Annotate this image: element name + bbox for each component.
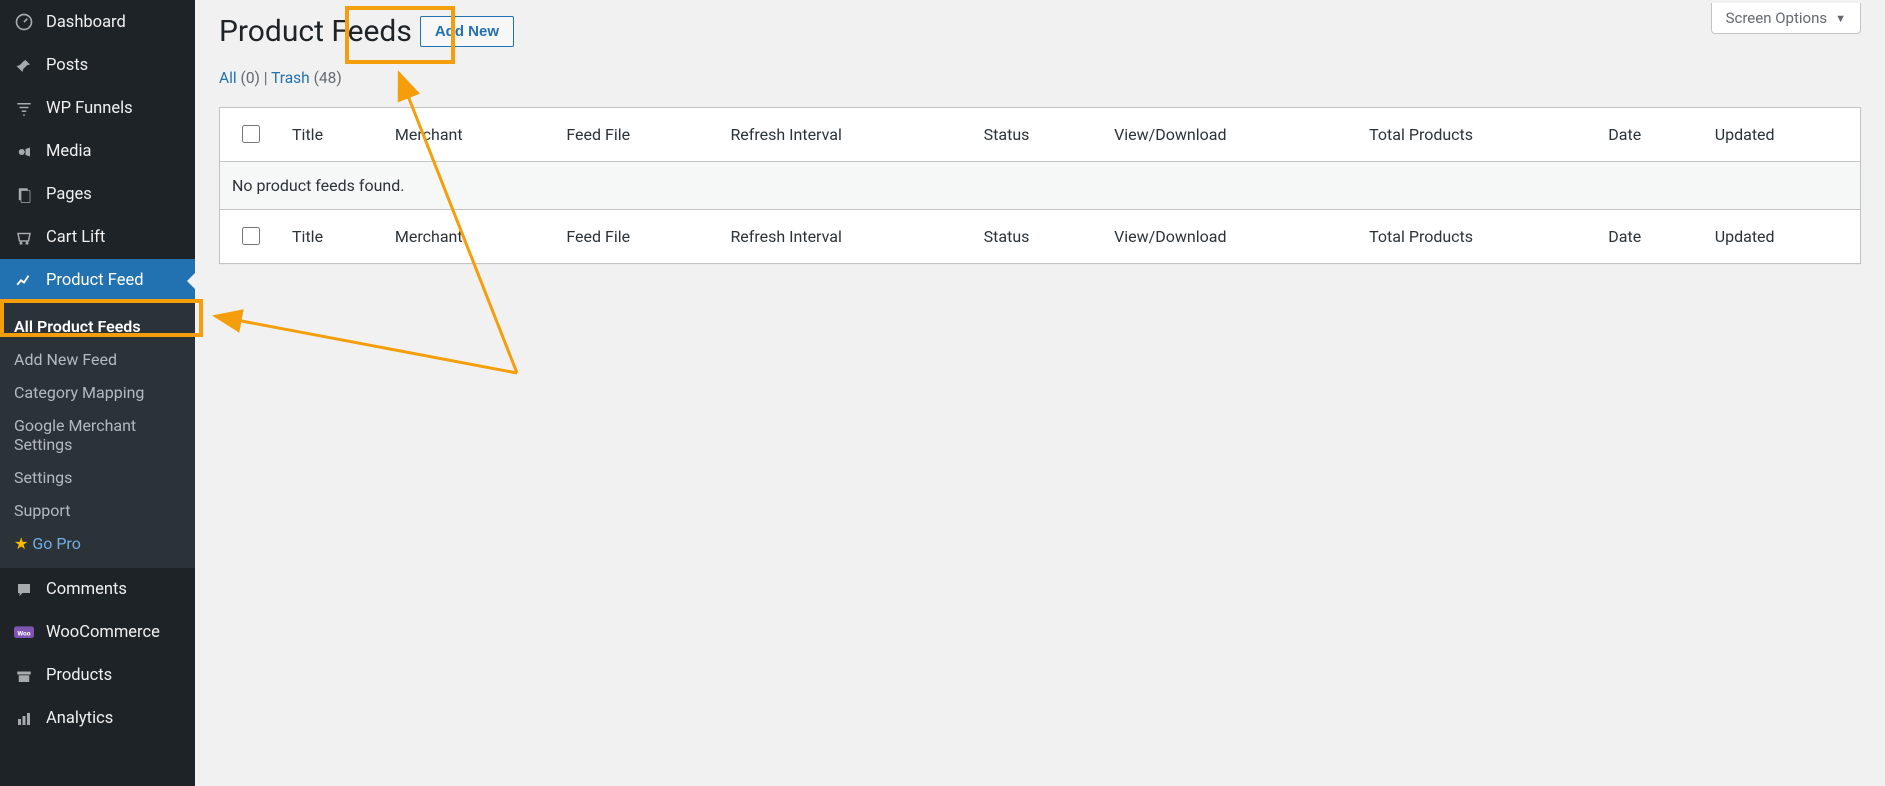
empty-message: No product feeds found. — [220, 162, 1861, 210]
sidebar-label: WooCommerce — [46, 623, 160, 642]
col-date-f[interactable]: Date — [1596, 210, 1702, 264]
list-filter-links: All (0) | Trash (48) — [219, 69, 1861, 87]
select-all-checkbox[interactable] — [242, 125, 260, 143]
sidebar-label: Cart Lift — [46, 228, 105, 247]
sidebar-item-pages[interactable]: Pages — [0, 173, 195, 216]
cart-icon — [12, 229, 36, 247]
col-updated: Updated — [1703, 108, 1861, 162]
col-total-products-f: Total Products — [1357, 210, 1596, 264]
main-content: Screen Options ▼ Product Feeds Add New A… — [195, 0, 1885, 786]
chart-line-icon — [12, 272, 36, 290]
svg-text:Woo: Woo — [17, 629, 30, 637]
col-status-f: Status — [972, 210, 1102, 264]
submenu-label: Go Pro — [32, 534, 80, 553]
media-icon — [12, 143, 36, 161]
col-feed-file: Feed File — [554, 108, 718, 162]
sidebar-label: Products — [46, 666, 112, 685]
sidebar-label: Dashboard — [46, 13, 126, 32]
col-title-f[interactable]: Title — [280, 210, 383, 264]
sidebar-submenu: All Product Feeds Add New Feed Category … — [0, 302, 195, 568]
select-all-footer[interactable] — [220, 210, 281, 264]
filter-all-count: (0) — [241, 69, 260, 87]
col-merchant: Merchant — [383, 108, 554, 162]
sidebar-label: Product Feed — [46, 271, 144, 290]
col-view-download: View/Download — [1102, 108, 1357, 162]
col-title[interactable]: Title — [280, 108, 383, 162]
submenu-settings[interactable]: Settings — [0, 461, 195, 494]
filter-trash-link[interactable]: Trash — [271, 69, 310, 87]
col-refresh-interval: Refresh Interval — [718, 108, 971, 162]
sidebar-item-posts[interactable]: Posts — [0, 44, 195, 87]
col-view-download-f: View/Download — [1102, 210, 1357, 264]
chevron-down-icon: ▼ — [1835, 12, 1846, 25]
archive-icon — [12, 667, 36, 685]
analytics-icon — [12, 710, 36, 728]
sidebar-item-wpfunnels[interactable]: WP Funnels — [0, 87, 195, 130]
dashboard-icon — [12, 12, 36, 32]
col-refresh-interval-f: Refresh Interval — [718, 210, 971, 264]
sidebar-label: Comments — [46, 580, 127, 599]
col-date[interactable]: Date — [1596, 108, 1702, 162]
sidebar-label: Posts — [46, 56, 88, 75]
pages-icon — [12, 186, 36, 204]
col-merchant-f: Merchant — [383, 210, 554, 264]
sidebar-item-woocommerce[interactable]: Woo WooCommerce — [0, 611, 195, 654]
filter-trash-count: (48) — [314, 69, 342, 87]
pin-icon — [12, 57, 36, 75]
woocommerce-icon: Woo — [12, 626, 36, 640]
add-new-button[interactable]: Add New — [420, 16, 514, 47]
star-icon: ★ — [14, 534, 28, 553]
sidebar-label: Analytics — [46, 709, 113, 728]
sidebar-label: WP Funnels — [46, 99, 133, 118]
select-all-checkbox-footer[interactable] — [242, 227, 260, 245]
col-status: Status — [972, 108, 1102, 162]
select-all-header[interactable] — [220, 108, 281, 162]
sidebar-label: Pages — [46, 185, 92, 204]
screen-options-label: Screen Options — [1726, 9, 1828, 27]
submenu-support[interactable]: Support — [0, 494, 195, 527]
sidebar-item-media[interactable]: Media — [0, 130, 195, 173]
submenu-add-new-feed[interactable]: Add New Feed — [0, 343, 195, 376]
col-updated-f: Updated — [1703, 210, 1861, 264]
feeds-table: Title Merchant Feed File Refresh Interva… — [219, 107, 1861, 264]
page-title: Product Feeds — [219, 14, 412, 49]
sidebar-item-products[interactable]: Products — [0, 654, 195, 697]
submenu-google-merchant-settings[interactable]: Google Merchant Settings — [0, 409, 195, 461]
filter-all-link[interactable]: All — [219, 69, 237, 87]
comment-icon — [12, 581, 36, 599]
sidebar-label: Media — [46, 142, 91, 161]
table-empty-row: No product feeds found. — [220, 162, 1861, 210]
screen-options-button[interactable]: Screen Options ▼ — [1711, 3, 1861, 34]
funnel-icon — [12, 100, 36, 118]
col-feed-file-f: Feed File — [554, 210, 718, 264]
sidebar-item-product-feed[interactable]: Product Feed — [0, 259, 195, 302]
sidebar-item-analytics[interactable]: Analytics — [0, 697, 195, 740]
sidebar-item-dashboard[interactable]: Dashboard — [0, 0, 195, 44]
submenu-go-pro[interactable]: ★Go Pro — [0, 527, 195, 560]
submenu-all-product-feeds[interactable]: All Product Feeds — [0, 310, 195, 343]
col-total-products: Total Products — [1357, 108, 1596, 162]
submenu-category-mapping[interactable]: Category Mapping — [0, 376, 195, 409]
admin-sidebar: Dashboard Posts WP Funnels Media Pages C… — [0, 0, 195, 786]
sidebar-item-comments[interactable]: Comments — [0, 568, 195, 611]
sidebar-item-cartlift[interactable]: Cart Lift — [0, 216, 195, 259]
